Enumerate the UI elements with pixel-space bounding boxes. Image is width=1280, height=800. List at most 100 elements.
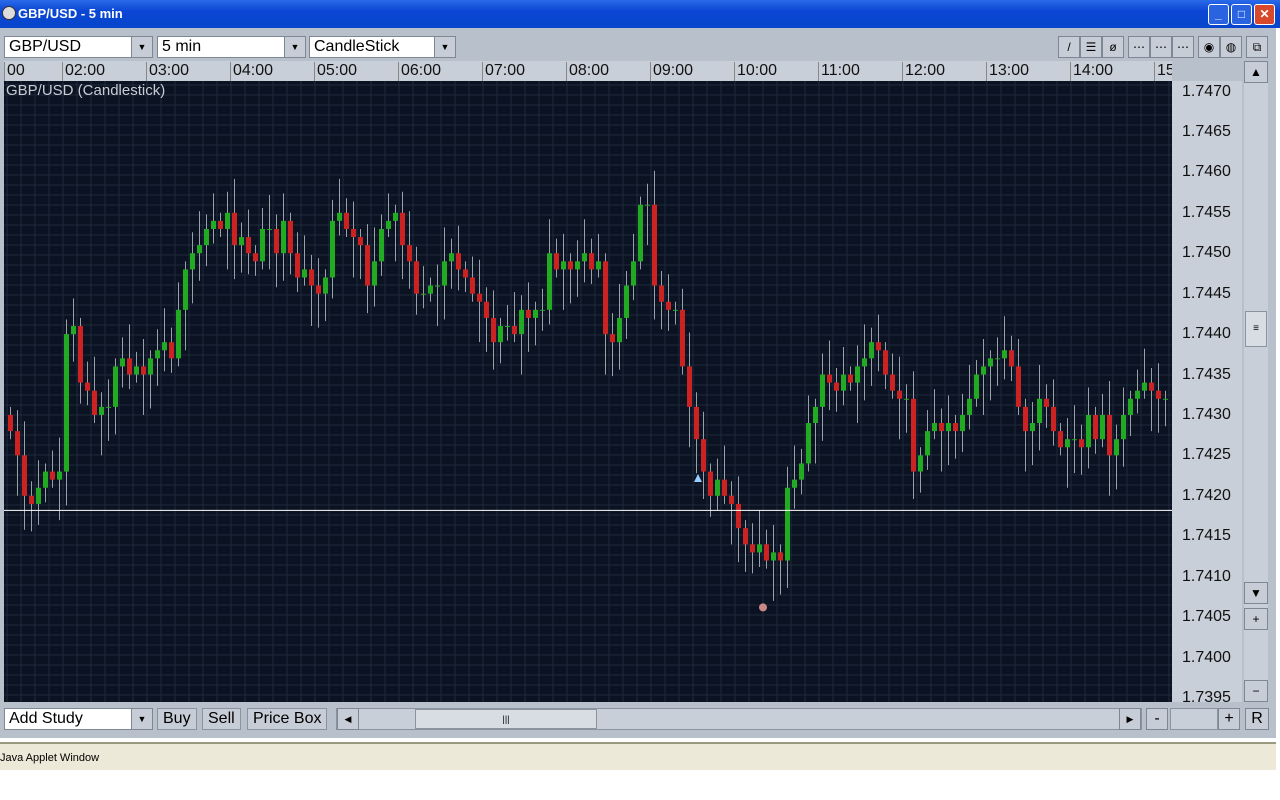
candle-up <box>267 228 272 230</box>
candle-down <box>750 544 755 553</box>
candle-up <box>64 334 69 472</box>
sell-button[interactable]: Sell <box>202 708 241 730</box>
price-tick-label: 1.7395 <box>1182 688 1231 706</box>
candle-up <box>624 285 629 318</box>
grid3-icon[interactable]: ⋯ <box>1172 36 1194 58</box>
zoom-out-vertical-icon[interactable]: − <box>1244 680 1268 702</box>
candle-up <box>918 455 923 472</box>
candle-up <box>792 479 797 488</box>
detach-icon[interactable]: ⧉ <box>1246 36 1268 58</box>
zoom-in-vertical-icon[interactable]: + <box>1244 608 1268 630</box>
line-tool-icon[interactable]: / <box>1058 36 1080 58</box>
candle-down <box>1149 382 1154 391</box>
candle-down <box>309 269 314 286</box>
candle-up <box>813 406 818 424</box>
candle-up <box>449 253 454 262</box>
price-tick-label: 1.7430 <box>1182 405 1231 423</box>
scroll-right-icon[interactable]: ▶ <box>1119 708 1141 730</box>
candle-down <box>897 390 902 399</box>
candle-down <box>659 285 664 302</box>
candle-up <box>43 471 48 488</box>
chart-title: GBP/USD (Candlestick) <box>6 82 166 99</box>
candle-up <box>442 261 447 286</box>
candle-up <box>281 220 286 254</box>
candle-up <box>1135 390 1140 399</box>
symbol-select[interactable]: GBP/USD <box>4 36 132 58</box>
candle-up <box>771 552 776 561</box>
candle-down <box>834 382 839 391</box>
title-bar: GBP/USD - 5 min _ □ ✕ <box>0 0 1280 28</box>
price-tick-label: 1.7445 <box>1182 284 1231 302</box>
color1-icon[interactable]: ◉ <box>1198 36 1220 58</box>
add-study-select[interactable]: Add Study <box>4 708 132 730</box>
candle-down <box>246 237 251 254</box>
price-tick-label: 1.7405 <box>1182 608 1231 626</box>
candle-up <box>428 285 433 294</box>
vertical-scrollbar[interactable]: ▲ ≡ ▼ + − <box>1244 61 1268 702</box>
time-axis: 00 02:00 03:00 04:00 05:00 06:00 07:00 08:00 09:… <box>4 61 1172 81</box>
scroll-up-icon[interactable]: ▲ <box>1244 61 1268 83</box>
price-tick-label: 1.7425 <box>1182 446 1231 464</box>
symbol-dropdown-icon[interactable]: ▼ <box>131 36 153 58</box>
price-box-button[interactable]: Price Box <box>247 708 328 730</box>
zoom-out-button[interactable]: - <box>1146 708 1168 730</box>
buy-button[interactable]: Buy <box>157 708 197 730</box>
time-tick-label: 15 <box>1154 62 1172 81</box>
candle-down <box>610 334 615 343</box>
candle-up <box>36 487 41 504</box>
chart-type-select[interactable]: CandleStick <box>309 36 435 58</box>
time-tick-label: 06:00 <box>398 62 441 81</box>
candle-down <box>456 253 461 270</box>
color2-icon[interactable]: ◍ <box>1220 36 1242 58</box>
scroll-left-icon[interactable]: ◀ <box>337 708 359 730</box>
zoom-slider[interactable] <box>1170 708 1218 730</box>
time-tick-label: 00 <box>4 62 25 81</box>
horizontal-scrollbar[interactable]: ◀ ||| ▶ <box>336 708 1142 730</box>
candle-up <box>197 245 202 254</box>
candle-down <box>512 326 517 335</box>
scroll-down-icon[interactable]: ▼ <box>1244 582 1268 604</box>
status-text: Java Applet Window <box>0 752 100 764</box>
erase-tool-icon[interactable]: ø <box>1102 36 1124 58</box>
add-study-dropdown-icon[interactable]: ▼ <box>131 708 153 730</box>
candle-down <box>953 423 958 432</box>
price-marker-dot <box>759 603 767 612</box>
price-tick-label: 1.7440 <box>1182 325 1231 343</box>
horizontal-scroll-thumb[interactable]: ||| <box>415 709 597 729</box>
candle-up <box>505 326 510 328</box>
candle-up <box>904 398 909 400</box>
price-tick-label: 1.7460 <box>1182 163 1231 181</box>
candle-up <box>799 463 804 480</box>
candle-up <box>960 414 965 432</box>
candle-down <box>743 528 748 545</box>
candle-down <box>1079 439 1084 448</box>
minimize-button[interactable]: _ <box>1208 4 1229 25</box>
interval-dropdown-icon[interactable]: ▼ <box>284 36 306 58</box>
grid1-icon[interactable]: ⋯ <box>1128 36 1150 58</box>
hline-tool-icon[interactable]: ☰ <box>1080 36 1102 58</box>
candlestick-chart[interactable] <box>4 81 1172 702</box>
candle-up <box>190 253 195 270</box>
reset-button[interactable]: R <box>1245 708 1269 730</box>
grid2-icon[interactable]: ⋯ <box>1150 36 1172 58</box>
candle-down <box>827 374 832 383</box>
candle-up <box>57 471 62 480</box>
maximize-button[interactable]: □ <box>1231 4 1252 25</box>
candle-down <box>463 269 468 278</box>
time-tick-label: 11:00 <box>818 62 860 81</box>
candle-up <box>379 228 384 262</box>
candle-up <box>596 261 601 270</box>
interval-select[interactable]: 5 min <box>157 36 285 58</box>
candle-up <box>575 261 580 270</box>
zoom-in-button[interactable]: + <box>1218 708 1240 730</box>
candle-up <box>631 261 636 286</box>
candle-up <box>1065 439 1070 448</box>
candle-up <box>841 374 846 391</box>
candle-down <box>526 309 531 318</box>
candle-up <box>988 358 993 367</box>
vertical-scroll-thumb[interactable]: ≡ <box>1245 311 1267 347</box>
candle-down <box>764 544 769 561</box>
close-button[interactable]: ✕ <box>1254 4 1275 25</box>
price-axis: 1.7470 1.7465 1.7460 1.7455 1.7450 1.7445 1.74… <box>1172 81 1242 706</box>
chart-type-dropdown-icon[interactable]: ▼ <box>434 36 456 58</box>
